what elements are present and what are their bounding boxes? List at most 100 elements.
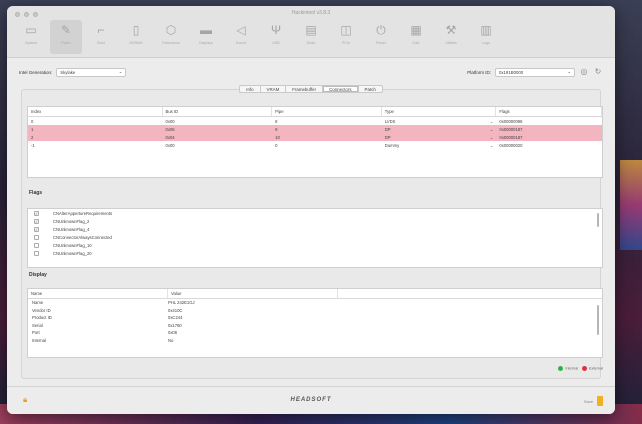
column-header-pipe[interactable]: Pipe <box>272 107 382 116</box>
cell-text: 0x04 <box>165 134 175 140</box>
flag-label: CNUnknownFlag_2 <box>53 218 90 224</box>
display-name-cell: Vendor ID <box>32 307 51 313</box>
computer-icon: ▭ <box>25 23 37 37</box>
calculator-icon: ▦ <box>410 23 422 37</box>
column-header-type[interactable]: Type <box>382 107 497 116</box>
refresh-icon[interactable]: ↻ <box>593 67 603 77</box>
toolbar-patch-button[interactable]: ✎ Patch <box>50 20 82 54</box>
chevron-down-icon: ⌄ <box>567 69 571 74</box>
display-header-value[interactable]: Value <box>168 289 338 298</box>
cell-flags: 0x00000187 <box>496 127 602 132</box>
display-value-cell: 0xC244 <box>168 315 183 321</box>
save-icon <box>597 396 603 406</box>
list-item: CNUnknownFlag_20 <box>28 249 602 257</box>
cell-text: 1 <box>31 126 34 132</box>
flag-checkbox[interactable] <box>34 242 39 248</box>
toolbar-power-button[interactable]: ⏻ Power <box>365 20 397 54</box>
column-header-flags[interactable]: Flags <box>496 107 603 116</box>
cell-type[interactable]: DP ⌄ <box>382 127 497 132</box>
table-row[interactable]: 0 0x00 8 LVDS ⌄ 0x00000098 <box>28 117 602 125</box>
table-row[interactable]: 2 0x04 10 DP ⌄ 0x00000187 <box>28 133 602 141</box>
toolbar-label: Disks <box>306 41 316 45</box>
display-name-cell: Product ID <box>32 315 52 321</box>
toolbar-label: NVRAM <box>129 41 143 45</box>
tab-patch[interactable]: Patch <box>357 85 383 93</box>
cell-type[interactable]: DP ⌄ <box>382 135 497 140</box>
toolbar-system-button[interactable]: ▭ System <box>15 20 47 54</box>
platform-id-select[interactable]: 0x191B0000 ⌄ <box>495 67 575 77</box>
toolbar-label: Patch <box>61 41 71 45</box>
toolbar-extensions-button[interactable]: ⬡ Extensions <box>155 20 187 54</box>
toolbar-sound-button[interactable]: ◁ Sound <box>225 20 257 54</box>
toolbar-label: Power <box>375 41 387 45</box>
flag-label: CNUnknownFlag_4 <box>53 226 90 232</box>
cell-pipe: 9 <box>272 127 382 132</box>
toolbar-usb-button[interactable]: Ψ USB <box>260 20 292 54</box>
toolbar-label: Sound <box>235 41 247 45</box>
legend-internal: Internal <box>558 366 578 371</box>
flags-scrollbar[interactable] <box>597 213 599 227</box>
flag-label: CNUnknownFlag_10 <box>53 242 92 248</box>
list-item: ✓ CNUnknownFlag_4 <box>28 225 602 233</box>
tab-vram[interactable]: VRAM <box>259 85 286 93</box>
flag-checkbox[interactable] <box>34 250 39 256</box>
column-header-index[interactable]: Index <box>28 107 163 116</box>
table-row[interactable]: Port 0x06 <box>28 329 602 337</box>
toolbar-nvram-button[interactable]: ▯ NVRAM <box>120 20 152 54</box>
tab-connectors[interactable]: Connectors <box>322 85 358 93</box>
table-row[interactable]: Serial 0x1760 <box>28 322 602 330</box>
toolbar-calc-button[interactable]: ▦ Calc <box>400 20 432 54</box>
toolbar-utilities-button[interactable]: ⚒ Utilities <box>435 20 467 54</box>
table-row[interactable]: Vendor ID 0x410C <box>28 307 602 315</box>
flag-checkbox[interactable] <box>34 234 39 240</box>
cell-text: 0 <box>31 118 34 124</box>
cell-flags: 0x00000187 <box>496 135 602 140</box>
cell-text: -1 <box>31 142 35 148</box>
toolbar-logs-button[interactable]: ▥ Logs <box>470 20 502 54</box>
toolbar-label: System <box>25 41 37 45</box>
cell-text: Dummy <box>384 142 400 148</box>
disk-icon: ▤ <box>305 23 317 37</box>
toolbar-label: Boot <box>97 41 105 45</box>
intel-generation-select[interactable]: Skylake ⌄ <box>56 67 127 77</box>
save-button[interactable]: Save <box>584 396 603 406</box>
display-value-cell: 0x410C <box>168 307 183 313</box>
display-icon: ▬ <box>200 23 212 37</box>
table-row[interactable]: Name PHL 242E1GJ <box>28 299 602 307</box>
table-row[interactable]: Product ID 0xC244 <box>28 314 602 322</box>
flag-checkbox[interactable]: ✓ <box>34 210 39 216</box>
display-name-cell: Name <box>32 300 44 306</box>
toolbar-boot-button[interactable]: ⌐ Boot <box>85 20 117 54</box>
connectors-table-header: Index Bus ID Pipe Type Flags <box>28 107 603 117</box>
eye-icon[interactable]: ◎ <box>579 67 589 77</box>
cell-bus: 0x00 <box>163 119 273 124</box>
headsoft-logo: HEADSOFT <box>290 397 332 403</box>
cell-text: 0x00 <box>165 118 175 124</box>
memory-icon: ▯ <box>132 23 140 37</box>
table-row[interactable]: Internal No <box>28 337 602 345</box>
cell-text: 0x00000187 <box>499 126 523 132</box>
cell-type[interactable]: Dummy ⌄ <box>382 143 497 148</box>
tab-info[interactable]: Info <box>239 85 260 93</box>
hackintool-window: Hackintool v3.8.3 ▭ System ✎ Patch ⌐ Boot ▯ NVR… <box>7 6 615 414</box>
table-row[interactable]: 1 0x05 9 DP ⌄ 0x00000187 <box>28 125 602 133</box>
table-row[interactable]: -1 0x00 0 Dummy ⌄ 0x00000020 <box>28 141 602 149</box>
toolbar-displays-button[interactable]: ▬ Displays <box>190 20 222 54</box>
display-scrollbar[interactable] <box>597 305 599 335</box>
list-item: ✓ CNUnknownFlag_2 <box>28 217 602 225</box>
toolbar-label: PCIe <box>342 41 350 45</box>
tab-framebuffer[interactable]: Framebuffer <box>285 85 323 93</box>
flag-checkbox[interactable]: ✓ <box>34 226 39 232</box>
toolbar-label: Extensions <box>162 41 180 45</box>
cell-pipe: 10 <box>272 135 382 140</box>
toolbar-disks-button[interactable]: ▤ Disks <box>295 20 327 54</box>
cell-type[interactable]: LVDS ⌄ <box>382 119 497 124</box>
toolbar-pcie-button[interactable]: ◫ PCIe <box>330 20 362 54</box>
display-header-name[interactable]: Name <box>28 289 168 298</box>
boot-icon: ⌐ <box>97 23 105 37</box>
flag-checkbox[interactable]: ✓ <box>34 218 39 224</box>
list-item: CNConnectorAlwaysConnected <box>28 233 602 241</box>
flag-label: CNUnknownFlag_20 <box>53 250 92 256</box>
legend: Internal External <box>558 366 603 371</box>
column-header-bus-id[interactable]: Bus ID <box>163 107 273 116</box>
